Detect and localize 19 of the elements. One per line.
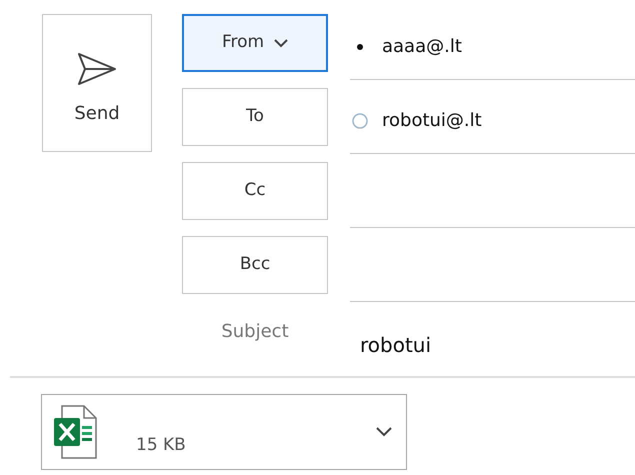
- chevron-down-icon[interactable]: [376, 427, 392, 437]
- send-button[interactable]: Send: [42, 14, 152, 152]
- spreadsheet-file-icon: [52, 404, 100, 460]
- email-address: robotui@.lt: [382, 109, 482, 133]
- address-field[interactable]: aaaa@.lt: [350, 14, 635, 80]
- from-dropdown-button[interactable]: From: [182, 14, 328, 72]
- file-size: 15 KB: [136, 434, 186, 458]
- recipient-button[interactable]: Cc: [182, 162, 328, 220]
- status-ring-icon: [351, 112, 369, 130]
- email-address: aaaa@.lt: [382, 35, 462, 59]
- chevron-down-icon: [274, 38, 288, 48]
- attachment-card[interactable]: 15 KB: [41, 394, 407, 470]
- address-field[interactable]: robotui@.lt: [350, 88, 635, 154]
- send-icon: [77, 52, 117, 86]
- recipient-button[interactable]: To: [182, 88, 328, 146]
- recipient-button[interactable]: Bcc: [182, 236, 328, 294]
- subject-field[interactable]: robotui: [360, 310, 432, 360]
- subject-label: Subject: [220, 320, 290, 344]
- dot-icon: [357, 44, 363, 50]
